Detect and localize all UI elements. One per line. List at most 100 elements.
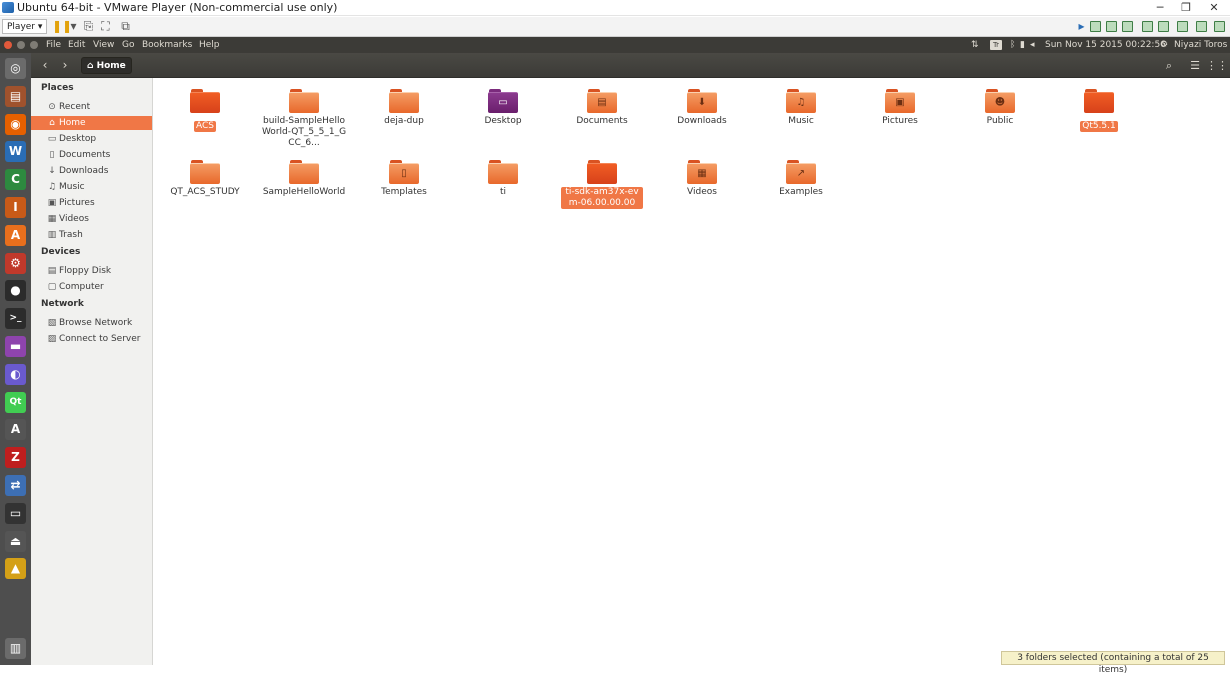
menu-bookmarks[interactable]: Bookmarks: [142, 37, 192, 53]
device-sound-icon[interactable]: [1177, 21, 1188, 32]
device-hdd-icon[interactable]: [1090, 21, 1101, 32]
window-close-button[interactable]: [4, 41, 12, 49]
file-view[interactable]: ACS build-SampleHelloWorld-QT_5_5_1_GCC_6…: [153, 78, 1230, 665]
film-icon: ▦: [47, 214, 57, 224]
send-ctrl-alt-del-icon[interactable]: ⎘: [82, 20, 95, 33]
menu-file[interactable]: File: [46, 37, 61, 53]
file-name: ACS: [194, 121, 216, 132]
purple-app-icon[interactable]: ▬: [5, 336, 26, 357]
menu-help[interactable]: Help: [199, 37, 220, 53]
gear-icon[interactable]: ⚙: [1160, 37, 1168, 53]
file-item[interactable]: build-SampleHelloWorld-QT_5_5_1_GCC_6...: [261, 89, 347, 149]
network-app-icon[interactable]: ⇄: [5, 475, 26, 496]
sidebar-item-browse-network[interactable]: ▧ Browse Network: [31, 316, 152, 330]
window-minimize-button[interactable]: [17, 41, 25, 49]
forward-arrow-icon[interactable]: ▸: [1075, 20, 1088, 33]
username[interactable]: Niyazi Toros: [1174, 37, 1227, 53]
minimize-button[interactable]: ─: [1146, 0, 1174, 16]
menu-edit[interactable]: Edit: [68, 37, 85, 53]
software-center-icon[interactable]: A: [5, 224, 26, 246]
files-icon[interactable]: ▤: [5, 85, 26, 107]
file-item[interactable]: ▦ Videos: [659, 160, 745, 198]
dark-app-icon[interactable]: ●: [5, 280, 26, 302]
menu-go[interactable]: Go: [122, 37, 134, 53]
pause-dropdown-icon[interactable]: ▾: [67, 20, 80, 33]
file-item[interactable]: ♫ Music: [758, 89, 844, 127]
settings-icon[interactable]: ⚙: [5, 252, 26, 274]
sidebar-item-recent[interactable]: ⊙ Recent: [31, 100, 152, 114]
calc-icon[interactable]: C: [5, 169, 26, 191]
file-item[interactable]: Qt5.5.1: [1056, 89, 1142, 132]
device-icon[interactable]: ▭: [5, 502, 26, 524]
device-floppy-icon[interactable]: [1122, 21, 1133, 32]
back-button[interactable]: ‹: [36, 58, 54, 73]
volume-icon[interactable]: ◂: [1030, 37, 1035, 53]
search-icon[interactable]: ⌕: [1160, 57, 1178, 74]
sidebar-item-downloads[interactable]: ↓ Downloads: [31, 164, 152, 178]
list-view-icon[interactable]: ☰: [1186, 57, 1204, 74]
file-item[interactable]: ti-sdk-am37x-evm-06.00.00.00: [559, 160, 645, 209]
player-menu-button[interactable]: Player ▾: [2, 19, 48, 34]
file-item[interactable]: ACS: [162, 89, 248, 132]
sidebar-item-desktop[interactable]: ▭ Desktop: [31, 132, 152, 146]
sidebar-item-documents[interactable]: ▯ Documents: [31, 148, 152, 162]
file-item[interactable]: ↗ Examples: [758, 160, 844, 198]
sidebar-item-music[interactable]: ♫ Music: [31, 180, 152, 194]
file-item[interactable]: deja-dup: [361, 89, 447, 127]
terminal-icon[interactable]: >_: [5, 308, 26, 330]
trash-launcher-icon[interactable]: ▥: [5, 638, 26, 659]
breadcrumb-home[interactable]: ⌂ Home: [81, 57, 132, 74]
sidebar-item-floppy-disk[interactable]: ▤ Floppy Disk: [31, 264, 152, 278]
device-display-icon[interactable]: [1214, 21, 1225, 32]
network-arrows-icon[interactable]: ⇅: [971, 37, 979, 53]
datetime[interactable]: Sun Nov 15 2015 00:22:56: [1045, 37, 1166, 53]
close-button[interactable]: ✕: [1200, 0, 1228, 16]
window-maximize-button[interactable]: [30, 41, 38, 49]
filezilla-icon[interactable]: Z: [5, 447, 26, 469]
qtcreator-icon[interactable]: Qt: [5, 391, 26, 413]
menu-view[interactable]: View: [93, 37, 114, 53]
sidebar-item-connect-to-server[interactable]: ▨ Connect to Server: [31, 332, 152, 346]
sidebar-item-home[interactable]: ⌂ Home: [31, 116, 152, 130]
file-item[interactable]: ▭ Desktop: [460, 89, 546, 127]
grid-view-icon[interactable]: ⋮⋮: [1206, 57, 1228, 74]
file-item[interactable]: ti: [460, 160, 546, 198]
scrollbar[interactable]: [1222, 78, 1230, 665]
file-item[interactable]: ▤ Documents: [559, 89, 645, 127]
firefox-icon[interactable]: ◉: [5, 113, 26, 135]
file-item[interactable]: ▯ Templates: [361, 160, 447, 198]
file-item[interactable]: ☻ Public: [957, 89, 1043, 127]
forward-button[interactable]: ›: [56, 58, 74, 73]
folder-icon: [289, 160, 319, 184]
device-printer-icon[interactable]: [1196, 21, 1207, 32]
folder-videos-icon: ▦: [687, 160, 717, 184]
impress-icon[interactable]: I: [5, 197, 26, 218]
sidebar-item-trash[interactable]: ▥ Trash: [31, 228, 152, 242]
device-network-icon[interactable]: [1142, 21, 1153, 32]
file-item[interactable]: ⬇ Downloads: [659, 89, 745, 127]
pause-icon[interactable]: ❚❚: [52, 20, 72, 33]
unity-icon[interactable]: ⧉: [119, 20, 132, 33]
download-icon: ↓: [48, 166, 56, 176]
keyboard-indicator[interactable]: Tr: [990, 40, 1002, 50]
bluetooth-icon[interactable]: ᛒ: [1010, 37, 1015, 53]
restore-button[interactable]: ❐: [1172, 0, 1200, 16]
file-name: Templates: [381, 187, 427, 197]
dash-icon[interactable]: ◎: [5, 58, 26, 79]
file-item[interactable]: QT_ACS_STUDY: [162, 160, 248, 198]
sidebar-item-pictures[interactable]: ▣ Pictures: [31, 196, 152, 210]
file-item[interactable]: SampleHelloWorld: [261, 160, 347, 198]
sidebar-item-videos[interactable]: ▦ Videos: [31, 212, 152, 226]
device-usb-icon[interactable]: [1158, 21, 1169, 32]
usb-icon[interactable]: ⏏: [5, 530, 26, 552]
eclipse-icon[interactable]: ◐: [5, 363, 26, 385]
file-item[interactable]: ▣ Pictures: [857, 89, 943, 127]
folder-emblem: ▭: [498, 97, 508, 108]
battery-icon[interactable]: ▮: [1020, 37, 1025, 53]
image-viewer-icon[interactable]: ▲: [5, 558, 26, 580]
update-icon[interactable]: A: [5, 419, 26, 441]
sidebar-item-computer[interactable]: ▢ Computer: [31, 280, 152, 294]
fullscreen-icon[interactable]: ⛶: [99, 20, 112, 33]
writer-icon[interactable]: W: [5, 141, 26, 163]
device-cd-icon[interactable]: [1106, 21, 1117, 32]
